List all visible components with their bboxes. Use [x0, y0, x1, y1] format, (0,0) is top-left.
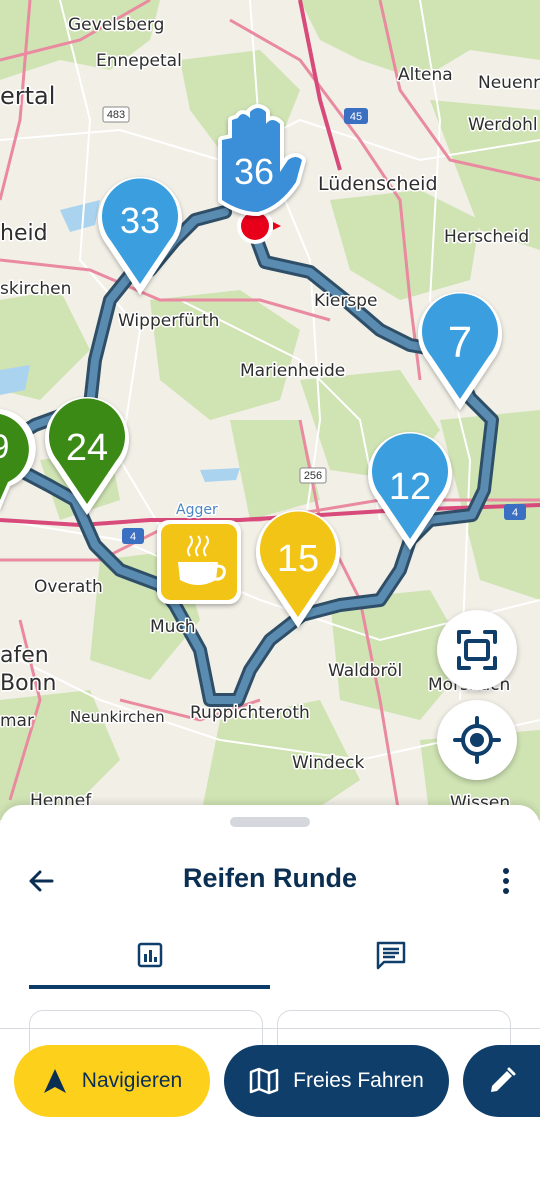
back-button[interactable]: [20, 860, 62, 902]
place-label: heid: [0, 221, 48, 246]
marker-label: 33: [120, 200, 160, 241]
place-label: Windeck: [292, 753, 365, 773]
svg-text:45: 45: [350, 111, 362, 123]
svg-text:9: 9: [0, 428, 9, 466]
fit-to-screen-icon: [457, 630, 497, 670]
route-details-sheet: Reifen Runde Navigieren Freies Fahren: [0, 805, 540, 1200]
navigation-arrow-icon: [43, 1069, 66, 1093]
place-label: skirchen: [0, 279, 71, 299]
route-map[interactable]: Gevelsberg Ennepetal Altena Neuenra Werd…: [0, 0, 540, 820]
road-shield: 256: [299, 467, 327, 484]
fit-route-button[interactable]: [437, 610, 517, 690]
stats-chart-icon: [137, 942, 162, 968]
svg-text:483: 483: [107, 109, 125, 121]
active-tab-indicator: [29, 985, 270, 989]
motorway-shield: 4: [122, 528, 144, 544]
place-label: Werdohl: [468, 115, 538, 135]
place-label: afen: [0, 643, 49, 668]
route-title: Reifen Runde: [182, 863, 357, 893]
place-label: Bonn: [0, 671, 56, 696]
svg-text:4: 4: [130, 531, 136, 543]
sheet-drag-handle[interactable]: [230, 817, 310, 827]
tab-statistics[interactable]: [29, 920, 270, 990]
pencil-icon: [490, 1067, 515, 1092]
place-label: Herscheid: [444, 227, 529, 247]
svg-text:4: 4: [512, 507, 518, 519]
marker-label: 7: [448, 318, 472, 367]
marker-label: 24: [66, 427, 108, 469]
message-icon: [376, 941, 405, 970]
place-label: Neunkirchen: [70, 708, 165, 726]
cafe-poi-marker[interactable]: [157, 520, 241, 604]
road-shield: 483: [102, 106, 130, 123]
place-label: Kierspe: [314, 291, 377, 311]
free-ride-button[interactable]: Freies Fahren: [224, 1045, 449, 1117]
svg-text:256: 256: [304, 470, 322, 482]
place-label: Wipperfürth: [118, 311, 219, 331]
place-label: Neuenra: [478, 73, 540, 93]
marker-label: 15: [277, 538, 319, 580]
marker-label: 36: [234, 151, 274, 192]
more-vert-icon: [503, 868, 509, 894]
place-label: Overath: [34, 577, 103, 597]
more-options-button[interactable]: [486, 860, 526, 902]
free-ride-label: Freies Fahren: [293, 1069, 424, 1092]
crosshair-icon: [453, 716, 501, 764]
edit-route-button[interactable]: [463, 1045, 540, 1117]
river-label: Agger: [176, 502, 218, 518]
place-label: mar: [0, 711, 34, 731]
place-label: ertal: [0, 82, 55, 110]
arrow-back-icon: [29, 870, 54, 892]
navigate-button[interactable]: Navigieren: [14, 1045, 210, 1117]
place-label: Gevelsberg: [68, 15, 164, 35]
place-label: Ennepetal: [96, 51, 182, 71]
place-label: Marienheide: [240, 361, 345, 381]
motorway-shield: 45: [344, 108, 368, 124]
map-icon: [249, 1067, 279, 1095]
place-label: Ruppichteroth: [190, 703, 310, 723]
place-label: Much: [150, 617, 196, 637]
motorway-shield: 4: [504, 504, 526, 520]
tab-messages[interactable]: [270, 920, 511, 990]
my-location-button[interactable]: [437, 700, 517, 780]
navigate-label: Navigieren: [81, 1069, 183, 1092]
place-label: Lüdenscheid: [318, 173, 438, 195]
place-label: Waldbröl: [328, 661, 402, 681]
marker-label: 12: [389, 466, 431, 508]
place-label: Altena: [398, 65, 453, 85]
